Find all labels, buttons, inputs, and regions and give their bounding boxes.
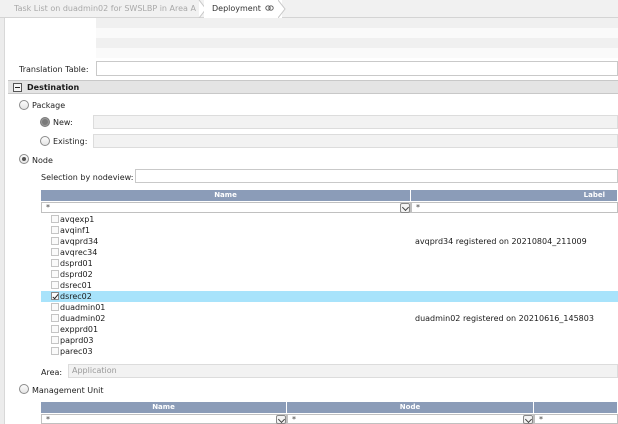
mu-grid-header-name[interactable]: Name — [41, 402, 287, 413]
management-unit-label: Management Unit — [32, 386, 104, 395]
table-row[interactable]: expprd01 — [41, 324, 618, 335]
table-row[interactable]: avqinf1 — [41, 225, 618, 236]
area-field[interactable]: Application — [68, 364, 618, 378]
top-list-row — [96, 18, 618, 28]
row-name: paprd03 — [60, 336, 94, 345]
row-name: avqexp1 — [60, 215, 95, 224]
link-icon — [265, 5, 275, 11]
table-row[interactable]: duadmin02 duadmin02 registered on 2021061… — [41, 313, 618, 324]
row-name: avqinf1 — [60, 226, 90, 235]
row-checkbox[interactable] — [51, 215, 59, 223]
row-name: dsrec01 — [60, 281, 92, 290]
package-label: Package — [32, 101, 66, 110]
table-row[interactable]: dsrec01 — [41, 280, 618, 291]
grid-header-label[interactable]: Label — [411, 190, 618, 201]
top-list-row — [96, 38, 618, 48]
mu-node-filter-value: * — [292, 415, 296, 424]
table-row[interactable]: avqexp1 — [41, 214, 618, 225]
table-row[interactable]: dsprd01 — [41, 258, 618, 269]
top-list-row — [96, 28, 618, 38]
node-radio[interactable] — [19, 154, 29, 164]
table-row[interactable]: parec03 — [41, 346, 618, 357]
node-label: Node — [32, 156, 53, 165]
destination-section-header[interactable]: Destination — [8, 80, 618, 94]
table-row[interactable]: paprd03 — [41, 335, 618, 346]
name-filter-value: * — [46, 203, 50, 212]
top-list-row — [96, 48, 618, 58]
row-name: dsprd01 — [60, 259, 93, 268]
row-name: parec03 — [60, 347, 93, 356]
label-filter-value: * — [416, 203, 420, 212]
row-checkbox[interactable] — [51, 325, 59, 333]
package-existing-field[interactable] — [93, 134, 618, 148]
nodeview-selection-label: Selection by nodeview: — [41, 173, 134, 182]
package-new-field[interactable] — [93, 115, 618, 129]
breadcrumb-end-icon — [278, 0, 286, 18]
row-checkbox[interactable] — [51, 292, 59, 300]
table-row[interactable]: avqrec34 — [41, 247, 618, 258]
table-row[interactable]: dsprd02 — [41, 269, 618, 280]
row-name: dsprd02 — [60, 270, 93, 279]
mu-name-filter-value: * — [46, 415, 50, 424]
package-radio[interactable] — [19, 100, 29, 110]
translation-table-field[interactable] — [96, 61, 618, 76]
row-checkbox[interactable] — [51, 237, 59, 245]
row-checkbox[interactable] — [51, 314, 59, 322]
row-name: dsrec02 — [60, 292, 92, 301]
row-checkbox[interactable] — [51, 303, 59, 311]
row-checkbox[interactable] — [51, 259, 59, 267]
nodeview-selection-field[interactable] — [135, 169, 618, 183]
package-existing-label: Existing: — [53, 137, 88, 146]
table-row[interactable]: duadmin01 — [41, 302, 618, 313]
chevron-down-icon[interactable] — [523, 415, 533, 424]
mu-name-filter-input[interactable]: * — [41, 414, 287, 424]
node-grid-body: avqexp1 avqinf1 avqprd34 avqprd34 registere… — [41, 214, 618, 358]
row-name: duadmin02 — [60, 314, 106, 323]
row-name: avqprd34 — [60, 237, 99, 246]
package-new-label: New: — [53, 118, 73, 127]
area-label: Area: — [41, 368, 63, 377]
row-label: avqprd34 registered on 20210804_211009 — [415, 237, 587, 246]
area-placeholder: Application — [72, 366, 117, 375]
package-existing-radio[interactable] — [40, 136, 50, 146]
breadcrumb: Task List on duadmin02 for SWSLBP in Are… — [0, 0, 618, 18]
mu-grid-header-node[interactable]: Node — [287, 402, 534, 413]
label-filter-input[interactable]: * — [411, 202, 618, 213]
row-label: duadmin02 registered on 20210616_145803 — [415, 314, 594, 323]
row-checkbox[interactable] — [51, 270, 59, 278]
row-name: expprd01 — [60, 325, 99, 334]
chevron-down-icon[interactable] — [276, 415, 286, 424]
breadcrumb-item-task-list[interactable]: Task List on duadmin02 for SWSLBP in Are… — [6, 0, 202, 18]
package-new-radio[interactable] — [40, 117, 50, 127]
destination-title: Destination — [27, 83, 80, 92]
table-row[interactable]: dsrec02 — [41, 291, 618, 302]
mu-extra-filter-value: * — [539, 415, 543, 424]
chevron-down-icon[interactable] — [400, 203, 410, 213]
table-row[interactable]: avqprd34 avqprd34 registered on 20210804_… — [41, 236, 618, 247]
row-name: duadmin01 — [60, 303, 106, 312]
row-name: avqrec34 — [60, 248, 98, 257]
row-checkbox[interactable] — [51, 347, 59, 355]
mu-grid-header-extra[interactable] — [534, 402, 618, 413]
mu-node-filter-input[interactable]: * — [287, 414, 534, 424]
left-border — [0, 18, 5, 424]
grid-header-name[interactable]: Name — [41, 190, 411, 201]
translation-table-label: Translation Table: — [19, 65, 89, 74]
row-checkbox[interactable] — [51, 248, 59, 256]
row-checkbox[interactable] — [51, 336, 59, 344]
collapse-icon[interactable] — [13, 83, 22, 92]
row-checkbox[interactable] — [51, 226, 59, 234]
name-filter-input[interactable]: * — [41, 202, 411, 213]
mu-extra-filter-input[interactable]: * — [534, 414, 618, 424]
management-unit-radio[interactable] — [19, 384, 29, 394]
breadcrumb-item-deployment-label: Deployment — [212, 4, 261, 13]
row-checkbox[interactable] — [51, 281, 59, 289]
breadcrumb-item-deployment[interactable]: Deployment — [204, 0, 282, 18]
